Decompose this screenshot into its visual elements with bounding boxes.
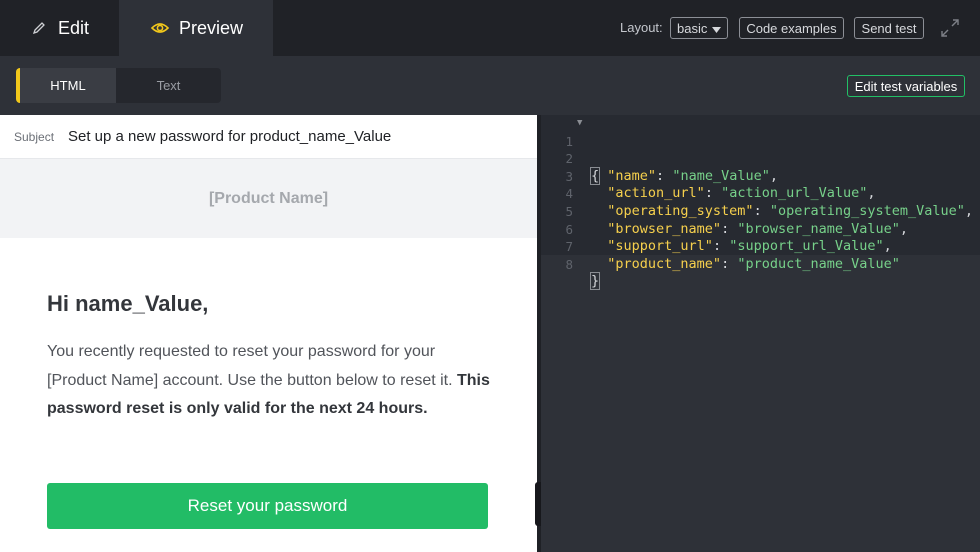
code-line: 2 "name": "name_Value", — [541, 133, 980, 184]
fold-arrow-icon[interactable]: ▼ — [577, 115, 582, 133]
mode-toolbar: HTML Text Edit test variables — [0, 56, 980, 115]
code-line: 6 "support_url": "support_url_Value", — [541, 203, 980, 255]
email-body-text: You recently requested to reset your pas… — [47, 343, 457, 389]
code-line: 8 } — [541, 238, 980, 291]
code-line: 7 "product_name": "product_name_Value" — [541, 221, 980, 272]
close-brace: } — [589, 272, 601, 291]
email-header-product: [Product Name] — [0, 159, 537, 238]
tab-edit-label: Edit — [58, 17, 90, 38]
format-html-button[interactable]: HTML — [16, 68, 116, 103]
caret-down-icon — [712, 21, 721, 36]
email-preview-pane: Subject Set up a new password for produc… — [0, 115, 537, 552]
code-examples-button[interactable]: Code examples — [739, 17, 844, 39]
tab-preview[interactable]: Preview — [119, 0, 273, 56]
eye-icon — [151, 19, 169, 37]
layout-label: Layout: — [620, 20, 663, 35]
tab-preview-label: Preview — [179, 17, 244, 38]
code-lines: 1 ▼ { 2 "name": "name_Value", 3 "action_… — [541, 115, 980, 291]
reset-password-button[interactable]: Reset your password — [47, 483, 488, 529]
pencil-icon — [30, 19, 48, 37]
subject-value: Set up a new password for product_name_V… — [68, 128, 392, 145]
code-line: 5 "browser_name": "browser_name_Value", — [541, 185, 980, 237]
json-key: "product_name" — [607, 255, 722, 272]
json-editor[interactable]: 1 ▼ { 2 "name": "name_Value", 3 "action_… — [541, 115, 980, 552]
format-toggle: HTML Text — [16, 68, 221, 103]
subject-label: Subject — [14, 130, 55, 144]
layout-select-value: basic — [677, 20, 708, 36]
code-line: 3 "action_url": "action_url_Value", — [541, 150, 980, 202]
tab-edit[interactable]: Edit — [0, 0, 119, 56]
email-body: You recently requested to reset your pas… — [47, 338, 497, 424]
edit-test-variables-button[interactable]: Edit test variables — [847, 75, 965, 97]
code-line: 4 "operating_system": "operating_system_… — [541, 168, 980, 219]
format-text-button[interactable]: Text — [116, 68, 221, 103]
send-test-button[interactable]: Send test — [854, 17, 924, 39]
email-greeting: Hi name_Value, — [47, 291, 209, 316]
subject-row: Subject Set up a new password for produc… — [0, 115, 537, 159]
line-number: 8 — [565, 256, 573, 272]
layout-select[interactable]: basic — [670, 17, 728, 39]
expand-icon[interactable] — [940, 18, 960, 38]
top-bar: Edit Preview Layout: basic Code examples… — [0, 0, 980, 56]
json-value: "product_name_Value" — [737, 255, 900, 272]
code-line: 1 ▼ { — [541, 115, 980, 185]
